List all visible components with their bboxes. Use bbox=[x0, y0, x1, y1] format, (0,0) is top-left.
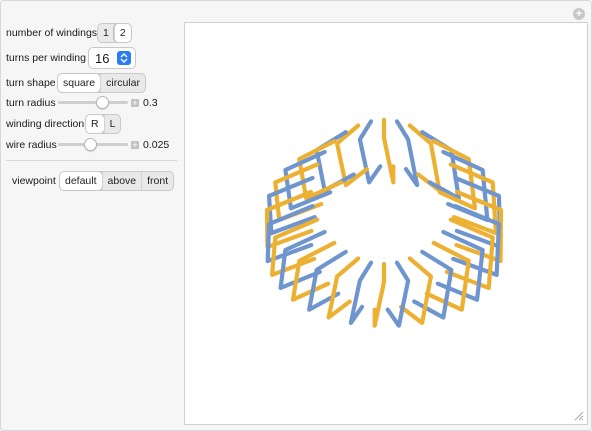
direction-option-r[interactable]: R bbox=[86, 115, 104, 133]
windings-selector[interactable]: 1 2 bbox=[97, 23, 132, 43]
plus-icon[interactable]: + bbox=[573, 8, 585, 20]
shape-option-circular[interactable]: circular bbox=[100, 74, 145, 92]
coil-turn bbox=[385, 260, 411, 328]
viewpoint-option-above[interactable]: above bbox=[101, 172, 142, 190]
viewpoint-selector[interactable]: default above front bbox=[59, 171, 175, 191]
wire-radius-slider-thumb[interactable] bbox=[84, 138, 97, 151]
divider bbox=[6, 160, 177, 161]
turn-radius-slider[interactable] bbox=[58, 101, 128, 104]
turn-radius-value: 0.3 bbox=[143, 97, 158, 109]
windings-option-1[interactable]: 1 bbox=[98, 24, 114, 42]
turn-radius-expand-icon[interactable]: + bbox=[131, 99, 139, 108]
turns-select[interactable]: 16 bbox=[88, 47, 136, 69]
toroid-graphic[interactable] bbox=[185, 23, 587, 424]
viewpoint-option-default[interactable]: default bbox=[60, 172, 102, 190]
wire-radius-value: 0.025 bbox=[143, 139, 170, 151]
turns-value: 16 bbox=[95, 50, 110, 66]
shape-label: turn shape bbox=[6, 77, 56, 89]
turn-radius-slider-thumb[interactable] bbox=[95, 96, 109, 109]
viewpoint-option-front[interactable]: front bbox=[141, 172, 173, 190]
toroid-plot[interactable] bbox=[184, 22, 588, 425]
updown-chevron-icon bbox=[117, 51, 132, 65]
shape-option-square[interactable]: square bbox=[58, 74, 101, 92]
wire-radius-expand-icon[interactable]: + bbox=[131, 141, 139, 150]
coil-turn bbox=[348, 260, 374, 325]
wire-radius-label: wire radius bbox=[6, 139, 57, 151]
shape-selector[interactable]: square circular bbox=[57, 73, 146, 93]
coil-turn bbox=[372, 261, 387, 328]
direction-option-l[interactable]: L bbox=[103, 115, 121, 133]
turns-label: turns per winding bbox=[6, 52, 86, 64]
direction-selector[interactable]: R L bbox=[85, 114, 122, 134]
resize-grip-icon[interactable] bbox=[572, 409, 584, 421]
turn-radius-label: turn radius bbox=[6, 97, 56, 109]
direction-label: winding direction bbox=[6, 118, 85, 130]
coil-turn bbox=[381, 117, 396, 185]
windings-option-2[interactable]: 2 bbox=[113, 24, 131, 42]
windings-label: number of windings bbox=[6, 27, 98, 39]
viewpoint-label: viewpoint bbox=[12, 175, 56, 187]
